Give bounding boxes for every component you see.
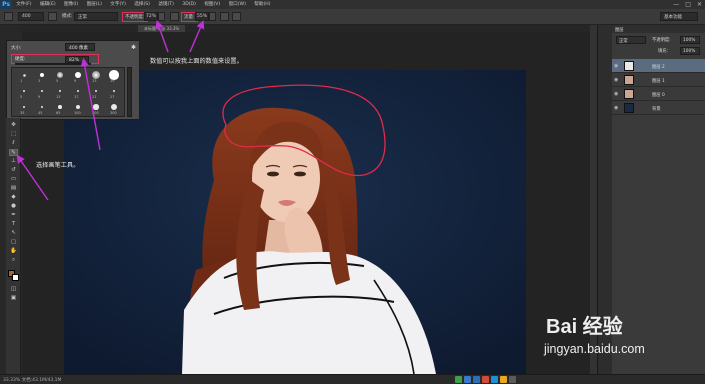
baidu-watermark: Bai 经验 jingyan.baidu.com — [532, 306, 672, 366]
watermark-brand: Bai 经验 — [546, 316, 623, 338]
watermark-url: jingyan.baidu.com — [544, 342, 645, 356]
